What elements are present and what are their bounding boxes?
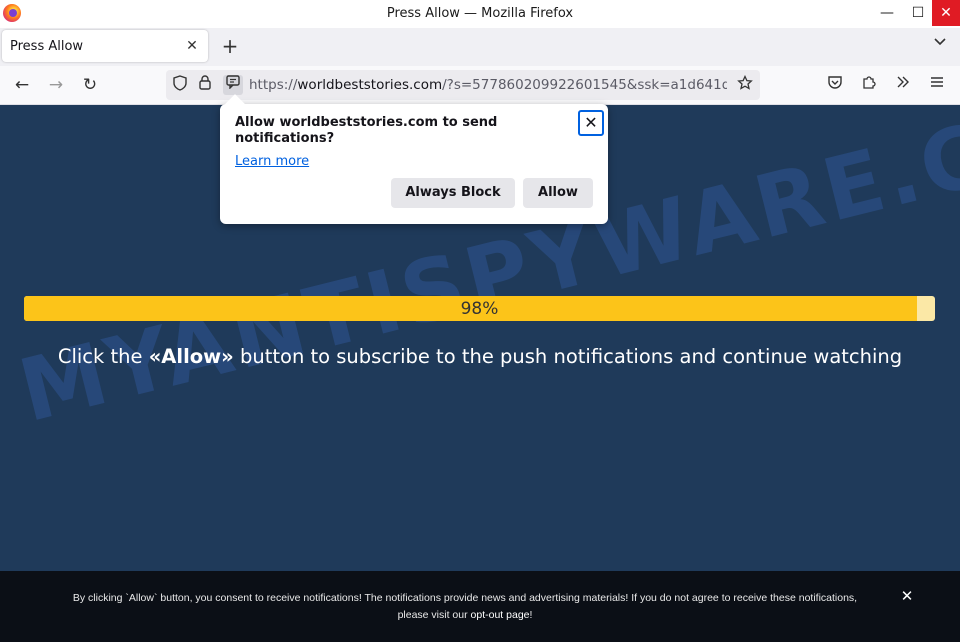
subscribe-message: Click the «Allow» button to subscribe to…	[0, 345, 960, 368]
message-prefix: Click the	[57, 345, 149, 368]
prompt-close-button[interactable]: ✕	[578, 110, 604, 136]
url-path: /?s=577860209922601545&ssk=a1d641d5	[442, 77, 727, 93]
notification-permission-icon[interactable]	[223, 75, 243, 95]
message-suffix: button to subscribe to the push notifica…	[233, 345, 903, 368]
opt-out-link[interactable]: opt-out page	[471, 609, 530, 621]
tab-title: Press Allow	[10, 39, 84, 54]
consent-line-1: By clicking `Allow` button, you consent …	[72, 592, 858, 604]
pocket-icon[interactable]	[822, 72, 848, 98]
reload-button[interactable]: ↻	[77, 72, 103, 98]
learn-more-link[interactable]: Learn more	[235, 154, 309, 169]
forward-button[interactable]: →	[43, 72, 69, 98]
overflow-icon[interactable]	[890, 72, 916, 98]
progress-label: 98%	[460, 299, 499, 319]
url-text[interactable]: https://worldbeststories.com/?s=57786020…	[249, 77, 727, 93]
consent-bar: By clicking `Allow` button, you consent …	[0, 571, 960, 642]
consent-line-2-suffix: !	[529, 609, 533, 621]
maximize-button[interactable]: ☐	[902, 0, 934, 26]
always-block-button[interactable]: Always Block	[391, 178, 515, 208]
close-window-button[interactable]: ✕	[932, 0, 960, 26]
consent-close-button[interactable]: ✕	[896, 585, 918, 607]
extensions-icon[interactable]	[856, 72, 882, 98]
tab-close-icon[interactable]: ✕	[182, 36, 202, 56]
tab-press-allow[interactable]: Press Allow ✕	[2, 30, 208, 62]
minimize-button[interactable]: —	[871, 0, 903, 26]
lock-icon[interactable]	[195, 75, 215, 95]
title-bar: Press Allow — Mozilla Firefox — ☐ ✕	[0, 0, 960, 28]
window-title: Press Allow — Mozilla Firefox	[386, 6, 574, 21]
shield-icon[interactable]	[170, 75, 190, 95]
back-button[interactable]: ←	[9, 72, 35, 98]
url-domain: worldbeststories.com	[297, 77, 443, 93]
url-bar[interactable]: https://worldbeststories.com/?s=57786020…	[166, 70, 760, 100]
navigation-toolbar: ← → ↻ https://worldbeststories.com/?s=57…	[0, 66, 960, 105]
progress-bar: 98%	[24, 296, 935, 321]
notification-permission-prompt: Allow worldbeststories.com to send notif…	[220, 94, 608, 224]
prompt-title: Allow worldbeststories.com to send notif…	[235, 115, 498, 146]
bookmark-star-icon[interactable]	[735, 74, 755, 95]
consent-line-2-prefix: please visit our	[397, 609, 471, 621]
message-allow-word: «Allow»	[148, 345, 234, 368]
menu-icon[interactable]	[924, 72, 950, 98]
tab-strip: Press Allow ✕ +	[0, 28, 960, 66]
list-all-tabs-icon[interactable]	[928, 34, 952, 58]
allow-button[interactable]: Allow	[523, 178, 593, 208]
new-tab-button[interactable]: +	[218, 34, 242, 58]
url-prefix: https://	[249, 77, 298, 93]
consent-text: By clicking `Allow` button, you consent …	[30, 590, 900, 624]
